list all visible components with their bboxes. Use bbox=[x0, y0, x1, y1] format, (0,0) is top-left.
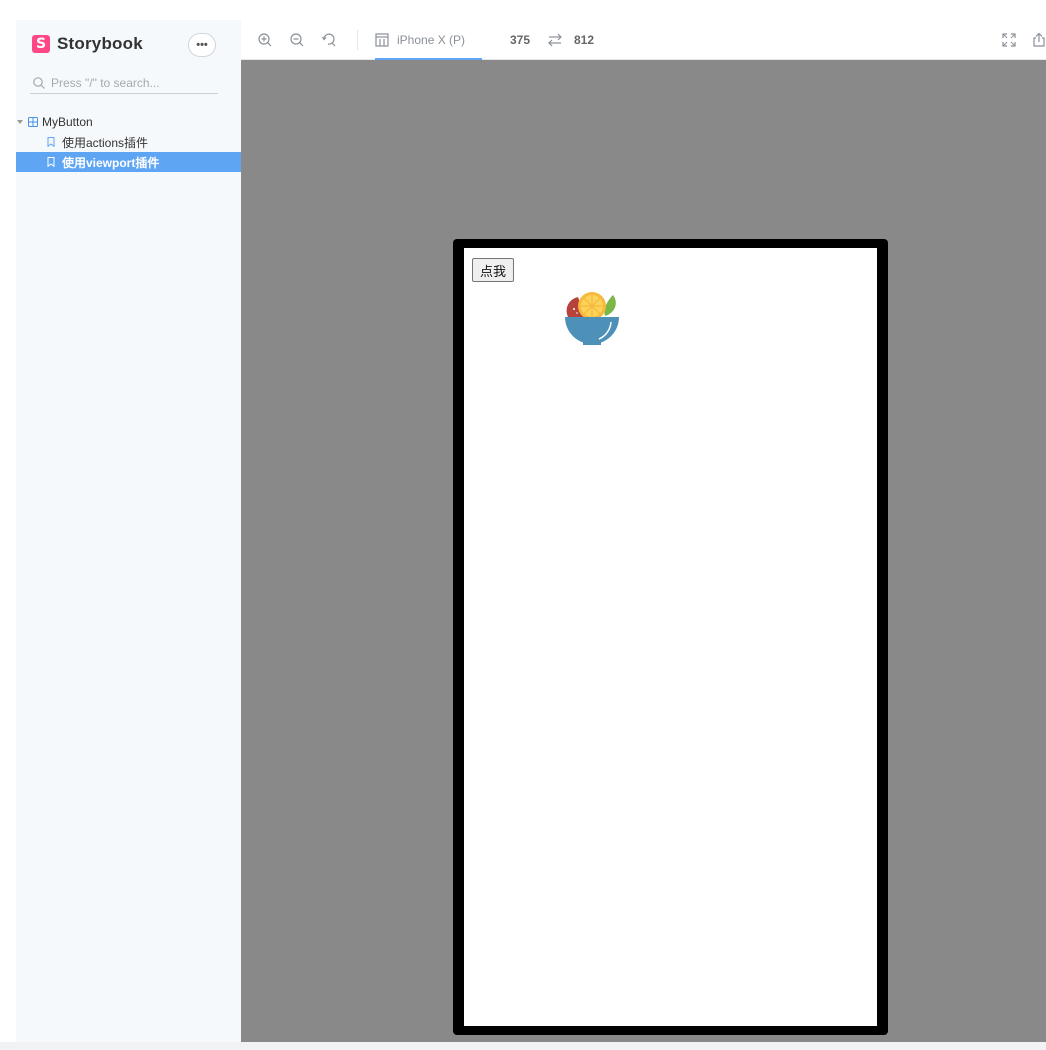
tree-group-mybutton[interactable]: MyButton bbox=[16, 112, 241, 132]
search-bar[interactable] bbox=[30, 72, 218, 94]
component-grid-icon bbox=[28, 117, 38, 127]
bookmark-icon bbox=[47, 137, 55, 147]
bottom-strip bbox=[0, 1042, 1046, 1050]
toolbar: iPhone X (P) 375 812 bbox=[241, 20, 1046, 61]
menu-button[interactable]: ••• bbox=[188, 33, 216, 57]
chevron-down-icon[interactable] bbox=[17, 120, 23, 124]
zoom-reset-icon[interactable] bbox=[321, 32, 337, 48]
click-me-button[interactable]: 点我 bbox=[472, 258, 515, 282]
top-strip bbox=[0, 0, 1046, 20]
tree-group-label: MyButton bbox=[42, 115, 93, 129]
rotate-swap-icon[interactable] bbox=[547, 33, 563, 47]
search-input[interactable] bbox=[51, 75, 211, 90]
brand[interactable]: S Storybook bbox=[32, 34, 143, 54]
toolbar-divider bbox=[357, 30, 358, 50]
device-icon bbox=[375, 33, 389, 47]
tree-story-actions[interactable]: 使用actions插件 bbox=[16, 132, 241, 152]
viewport-label: iPhone X (P) bbox=[397, 33, 466, 47]
viewport-height[interactable]: 812 bbox=[574, 33, 594, 47]
sidebar: S Storybook ••• MyButton bbox=[16, 20, 241, 1042]
brand-name: Storybook bbox=[57, 34, 143, 53]
tree-story-label: 使用viewport插件 bbox=[62, 155, 160, 170]
device-frame: 点我 bbox=[453, 239, 888, 1035]
search-icon bbox=[33, 76, 45, 89]
zoom-out-icon[interactable] bbox=[289, 32, 305, 48]
bookmark-icon bbox=[47, 157, 55, 167]
viewport-width[interactable]: 375 bbox=[510, 33, 530, 47]
tree-story-viewport[interactable]: 使用viewport插件 bbox=[16, 152, 241, 172]
fullscreen-icon[interactable] bbox=[1001, 32, 1017, 48]
preview-canvas: 点我 bbox=[241, 60, 1046, 1042]
share-icon[interactable] bbox=[1031, 32, 1046, 48]
storybook-logo-icon: S bbox=[32, 35, 50, 53]
viewport-selector[interactable]: iPhone X (P) bbox=[375, 20, 482, 61]
zoom-in-icon[interactable] bbox=[257, 32, 273, 48]
device-screen: 点我 bbox=[464, 248, 877, 1026]
fruit-bowl-logo bbox=[565, 292, 619, 345]
tree-story-label: 使用actions插件 bbox=[62, 135, 149, 150]
story-tree: MyButton 使用actions插件 使用viewport插件 bbox=[16, 112, 241, 172]
storybook-app: S Storybook ••• MyButton bbox=[0, 0, 1046, 1050]
